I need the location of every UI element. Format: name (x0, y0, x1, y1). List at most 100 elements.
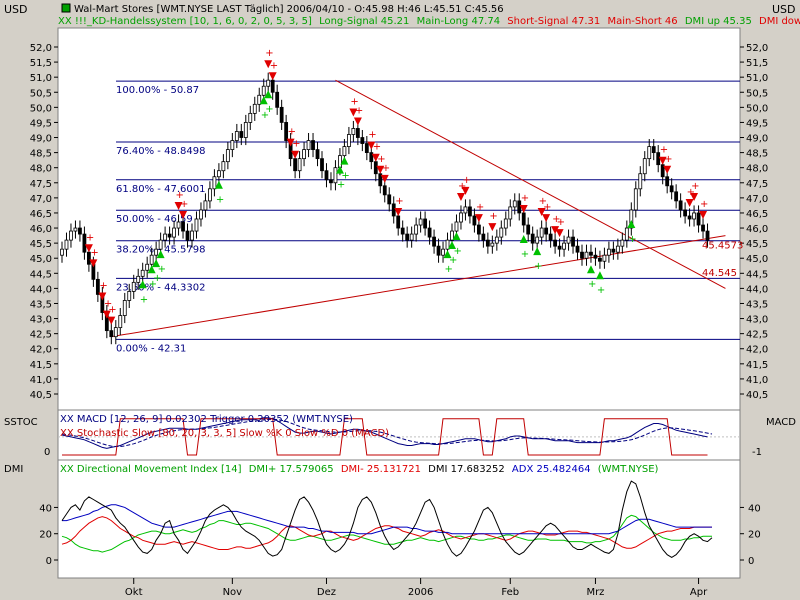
candle-body (306, 140, 311, 150)
price-tick-label-right: 49,5 (746, 118, 768, 129)
candle-body (400, 227, 405, 235)
candle-body (508, 206, 513, 220)
candle-body (450, 230, 454, 241)
price-tick-label-left: 49,0 (30, 134, 52, 145)
candle-body (683, 209, 688, 217)
candle-body (257, 94, 262, 105)
candle-body (243, 122, 248, 138)
stoch-legend: XX Stochastic Slow [80, 20, 3, 3, 5] Slo… (60, 428, 389, 439)
price-tick-label-left: 48,5 (30, 149, 52, 160)
candle-body (64, 239, 69, 250)
candle-body (463, 206, 468, 214)
price-tick-label-left: 45,5 (30, 239, 52, 250)
candle-body (252, 103, 257, 114)
candle-body (705, 230, 710, 241)
candle-body (651, 146, 656, 154)
main-short: Main-Short 46 (607, 16, 677, 27)
candle-body (598, 257, 602, 262)
long-plus-marker: + (158, 264, 166, 275)
dmi-tick-label-left: 40 (39, 503, 52, 514)
price-tick-label-right: 43,0 (746, 315, 768, 326)
price-tick-label-right: 46,5 (746, 209, 768, 220)
price-tick-label-right: 42,5 (746, 330, 768, 341)
short-plus-marker: + (355, 106, 363, 117)
candle-body (208, 188, 212, 202)
price-tick-label-left: 51,5 (30, 58, 52, 69)
candle-body (611, 248, 616, 253)
short-plus-marker: + (382, 163, 390, 174)
candle-body (571, 236, 575, 247)
short-plus-marker: + (543, 202, 551, 213)
candle-body (234, 131, 239, 141)
candle-body (633, 188, 638, 211)
long-plus-marker: + (265, 104, 273, 115)
candle-body (472, 215, 477, 226)
candle-body (481, 233, 486, 241)
candle-body (593, 254, 598, 259)
price-tick-label-right: 48,5 (746, 149, 768, 160)
price-tick-label-right: 51,0 (746, 73, 768, 84)
candle-body (468, 206, 472, 217)
dmi-tick-label-right: 40 (748, 503, 761, 514)
candle-body (606, 248, 611, 256)
short-plus-marker: + (489, 211, 497, 222)
short-plus-marker: + (691, 181, 699, 192)
candle-body (521, 212, 526, 226)
candle-body (136, 275, 141, 283)
short-plus-marker: + (395, 196, 403, 207)
candle-body (342, 146, 347, 157)
currency-label-left: USD (4, 3, 28, 16)
candle-body (127, 291, 132, 301)
short-plus-marker: + (99, 281, 107, 292)
chart-title: Wal-Mart Stores [WMT.NYSE LAST Täglich] … (74, 4, 504, 15)
price-tick-label-left: 46,0 (30, 224, 52, 235)
candle-body (131, 281, 136, 292)
candle-body (678, 200, 683, 211)
candle-body (418, 218, 423, 226)
candle-body (113, 327, 118, 338)
candle-body (324, 170, 329, 181)
candle-body (364, 143, 369, 154)
price-tick-label-right: 42,0 (746, 345, 768, 356)
price-tick-label-left: 41,0 (30, 375, 52, 386)
price-tick-label-left: 50,5 (30, 88, 52, 99)
candle-body (396, 215, 401, 229)
candle-body (674, 191, 679, 202)
candle-body (665, 176, 670, 187)
dmi-tick-label-left: 0 (46, 556, 52, 567)
price-tick-label-right: 47,5 (746, 179, 768, 190)
price-tick-label-left: 48,0 (30, 164, 52, 175)
candle-body (638, 173, 643, 190)
price-tick-label-right: 41,5 (746, 360, 768, 371)
candle-body (194, 218, 199, 232)
price-tick-label-left: 52,0 (30, 43, 52, 54)
candle-body (669, 185, 674, 193)
candle-body (239, 131, 244, 138)
candle-body (445, 239, 450, 250)
price-tick-label-right: 41,0 (746, 375, 768, 386)
candle-body (315, 149, 320, 160)
candle-body (414, 224, 419, 235)
price-tick-label-left: 42,5 (30, 330, 52, 341)
candle-body (320, 158, 324, 172)
long-signal: Long-Signal 45.21 (319, 16, 409, 27)
price-tick-label-right: 43,5 (746, 299, 768, 310)
candle-body (544, 227, 549, 235)
candle-body (620, 239, 625, 247)
short-plus-marker: + (270, 60, 278, 71)
short-plus-marker: + (373, 142, 381, 153)
candle-body (118, 315, 123, 329)
candle-body (275, 91, 280, 108)
candle-body (382, 185, 387, 196)
candle-body (185, 230, 190, 241)
candle-body (512, 200, 517, 208)
candle-body (642, 158, 647, 175)
candle-body (427, 227, 432, 238)
price-tick-label-left: 47,0 (30, 194, 52, 205)
candle-body (221, 161, 226, 172)
stock-chart: USD USD Wal-Mart Stores [WMT.NYSE LAST T… (4, 3, 800, 598)
dmi-legend: XX Directional Movement Index [14] DMI+ … (60, 464, 659, 475)
candle-body (490, 242, 495, 247)
candle-body (172, 227, 176, 238)
short-plus-marker: + (180, 199, 188, 210)
